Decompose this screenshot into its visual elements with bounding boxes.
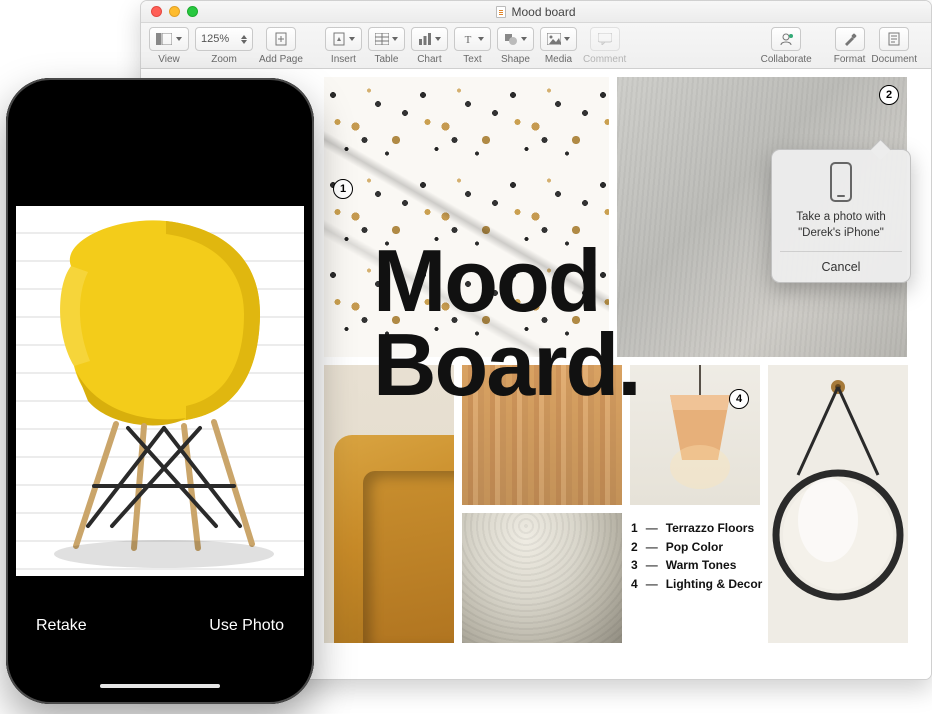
format-button[interactable] bbox=[835, 27, 865, 51]
iphone-device: Retake Use Photo bbox=[6, 78, 314, 704]
format-label: Format bbox=[834, 54, 866, 65]
table-button[interactable] bbox=[368, 27, 405, 51]
legend-row: 2—Pop Color bbox=[631, 538, 762, 557]
legend[interactable]: 1—Terrazzo Floors 2—Pop Color 3—Warm Ton… bbox=[631, 519, 762, 593]
camera-photo-preview[interactable] bbox=[16, 206, 304, 576]
insert-label: Insert bbox=[331, 54, 356, 65]
window-title-text: Mood board bbox=[511, 5, 575, 19]
use-photo-button[interactable]: Use Photo bbox=[209, 617, 284, 635]
text-label: Text bbox=[463, 54, 481, 65]
legend-row: 1—Terrazzo Floors bbox=[631, 519, 762, 538]
popover-cancel-button[interactable]: Cancel bbox=[780, 251, 902, 282]
window-title: Mood board bbox=[141, 5, 931, 19]
callout-2[interactable]: 2 bbox=[879, 85, 899, 105]
collaborate-button[interactable] bbox=[771, 27, 801, 51]
image-fur[interactable] bbox=[462, 513, 622, 643]
zoom-value: 125% bbox=[201, 33, 229, 45]
image-mirror[interactable] bbox=[768, 365, 908, 643]
document-label: Document bbox=[871, 54, 917, 65]
title-line-1: Mood bbox=[373, 239, 640, 323]
add-page-label: Add Page bbox=[259, 54, 303, 65]
title-line-2: Board. bbox=[373, 323, 640, 407]
titlebar: Mood board bbox=[141, 1, 931, 23]
popover-message: Take a photo with "Derek's iPhone" bbox=[780, 210, 902, 251]
view-label: View bbox=[158, 54, 180, 65]
document-title[interactable]: Mood Board. bbox=[373, 239, 640, 408]
iphone-icon bbox=[830, 162, 852, 202]
legend-row: 3—Warm Tones bbox=[631, 556, 762, 575]
shape-label: Shape bbox=[501, 54, 530, 65]
svg-text:T: T bbox=[465, 34, 472, 45]
table-label: Table bbox=[374, 54, 398, 65]
legend-row: 4—Lighting & Decor bbox=[631, 575, 762, 594]
iphone-notch bbox=[85, 88, 235, 114]
document-icon bbox=[496, 6, 506, 18]
document-button[interactable] bbox=[879, 27, 909, 51]
collaborate-label: Collaborate bbox=[761, 54, 812, 65]
media-label: Media bbox=[545, 54, 572, 65]
media-button[interactable] bbox=[540, 27, 577, 51]
continuity-camera-popover: Take a photo with "Derek's iPhone" Cance… bbox=[771, 149, 911, 283]
image-lamp[interactable] bbox=[630, 365, 760, 505]
toolbar: View 125% Zoom Add Page Insert bbox=[141, 23, 931, 69]
chart-label: Chart bbox=[417, 54, 441, 65]
callout-4[interactable]: 4 bbox=[729, 389, 749, 409]
shape-button[interactable] bbox=[497, 27, 534, 51]
comment-button bbox=[590, 27, 620, 51]
iphone-screen: Retake Use Photo bbox=[16, 88, 304, 694]
zoom-dropdown[interactable]: 125% bbox=[195, 27, 253, 51]
callout-1[interactable]: 1 bbox=[333, 179, 353, 199]
chart-button[interactable] bbox=[411, 27, 448, 51]
zoom-label: Zoom bbox=[211, 54, 237, 65]
home-indicator[interactable] bbox=[100, 684, 220, 688]
insert-button[interactable] bbox=[325, 27, 362, 51]
view-button[interactable] bbox=[149, 27, 189, 51]
retake-button[interactable]: Retake bbox=[36, 617, 87, 635]
camera-bottom-bar: Retake Use Photo bbox=[16, 576, 304, 694]
add-page-button[interactable] bbox=[266, 27, 296, 51]
text-button[interactable]: T bbox=[454, 27, 491, 51]
comment-label: Comment bbox=[583, 54, 626, 65]
